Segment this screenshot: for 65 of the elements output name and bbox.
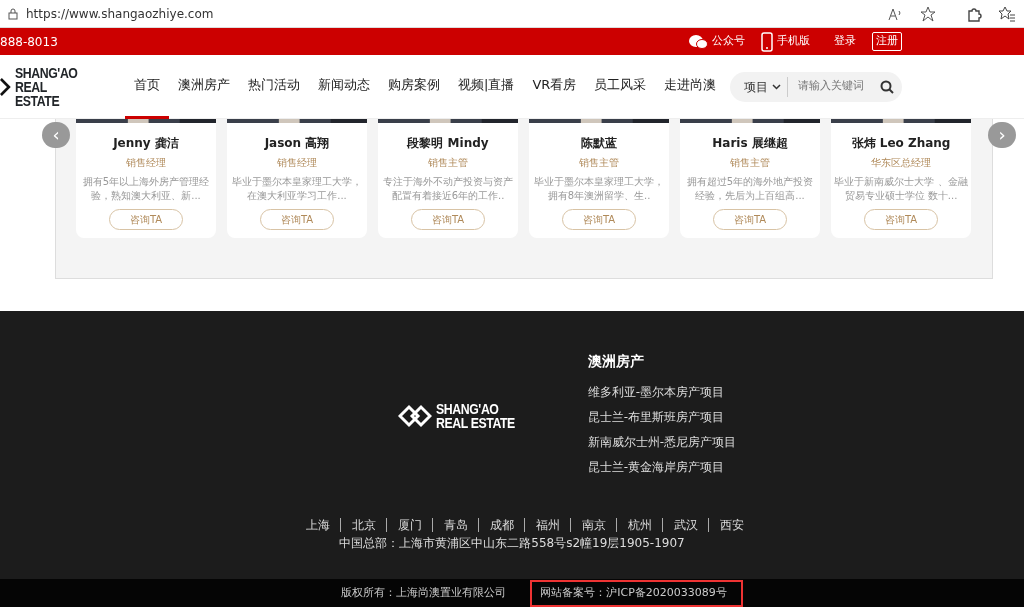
wechat-link[interactable]: 公众号: [712, 33, 745, 50]
mobile-link[interactable]: 手机版: [777, 33, 810, 50]
search-field[interactable]: 项目 请输入关键词: [730, 71, 902, 102]
scope-dropdown[interactable]: 项目: [738, 76, 788, 97]
agent-title: 华东区总经理: [871, 156, 931, 170]
agent-title: 销售主管: [428, 156, 468, 170]
agent-title: 销售主管: [730, 156, 770, 170]
nav-link[interactable]: 走进尚澳: [655, 54, 726, 119]
agent-name: Haris 展继超: [712, 135, 788, 152]
logo-icon: [0, 75, 11, 98]
chat-bubbles-icon: [688, 33, 708, 50]
city-link[interactable]: 成都: [477, 518, 514, 532]
caret-icon: [772, 83, 781, 90]
favorites-icon[interactable]: [998, 5, 1016, 22]
copyright-text: 版权所有：上海尚澳置业有限公司: [341, 585, 507, 602]
puzzle-icon[interactable]: [966, 5, 982, 22]
nav-link[interactable]: 购房案例: [379, 54, 449, 119]
agent-name: 段黎明 Mindy: [407, 135, 489, 152]
agent-bio: 专注于海外不动产投资与资产配置有着接近6年的工作..: [382, 175, 514, 203]
logo-text: SHANG'AO REAL ESTATE: [435, 401, 515, 430]
city-link[interactable]: 南京: [569, 518, 606, 532]
nav-link[interactable]: VR看房: [523, 54, 586, 119]
city-link[interactable]: 杭州: [615, 518, 652, 532]
logo-text: SHANG'AO REAL ESTATE: [14, 65, 79, 108]
agent-title: 销售经理: [277, 156, 317, 170]
nav-link[interactable]: 新闻动态: [309, 54, 379, 119]
agent-title: 销售经理: [126, 156, 166, 170]
agent-bio: 毕业于墨尔本皇家理工大学，拥有8年澳洲留学、生..: [533, 175, 665, 203]
city-link[interactable]: 厦门: [385, 518, 422, 532]
city-link[interactable]: 北京: [339, 518, 376, 532]
city-link[interactable]: 武汉: [661, 518, 698, 532]
login-link[interactable]: 登录: [834, 33, 856, 50]
city-link[interactable]: 上海: [305, 518, 330, 532]
nav-link[interactable]: 员工风采: [585, 54, 656, 119]
footer-link[interactable]: 维多利亚-墨尔本房产项目: [587, 380, 737, 405]
nav-link[interactable]: 视频|直播: [449, 54, 524, 119]
address-text: 中国总部：上海市黄浦区中山东二路558号s2幢19层1905-1907: [339, 535, 685, 552]
nav-link[interactable]: 热门活动: [239, 54, 309, 119]
agent-bio: 毕业于新南威尔士大学 、金融贸易专业硕士学位 数十...: [834, 175, 968, 203]
lock-icon: [8, 7, 18, 20]
city-link[interactable]: 西安: [707, 518, 744, 532]
footer-link[interactable]: 新南威尔士州-悉尼房产项目: [587, 430, 737, 455]
icp-record-text: 网站备案号：沪ICP备2020033089号: [530, 580, 743, 607]
agent-bio: 拥有超过5年的海外地产投资经验，先后为上百组高...: [685, 175, 815, 203]
address-bar-url[interactable]: https://www.shangaozhiye.com: [26, 4, 214, 23]
agent-name: Jenny 龚洁: [113, 135, 179, 152]
footer-link[interactable]: 昆士兰-黄金海岸房产项目: [587, 455, 737, 480]
register-link[interactable]: 注册: [872, 32, 902, 51]
agent-bio: 拥有5年以上海外房产管理经验，熟知澳大利亚、新...: [81, 175, 211, 203]
city-link[interactable]: 青岛: [431, 518, 468, 532]
agent-name: 张炜 Leo Zhang: [851, 135, 951, 152]
nav-link[interactable]: 澳洲房产: [169, 54, 239, 119]
city-link[interactable]: 福州: [523, 518, 560, 532]
agent-name: Jason 高翔: [264, 135, 330, 152]
logo-icon: [397, 402, 432, 429]
agent-bio: 毕业于墨尔本皇家理工大学，在澳大利亚学习工作...: [231, 175, 363, 203]
agent-name: 陈默蓝: [581, 135, 617, 152]
read-aloud-icon[interactable]: [888, 6, 904, 21]
footer-heading: 澳洲房产: [587, 352, 645, 371]
phone-number: 888-8013: [0, 33, 58, 51]
agent-title: 销售主管: [579, 156, 619, 170]
footer-link[interactable]: 昆士兰-布里斯班房产项目: [587, 405, 737, 430]
star-icon[interactable]: [920, 5, 936, 22]
mobile-phone-icon: [761, 31, 773, 52]
search-icon[interactable]: [880, 79, 894, 94]
